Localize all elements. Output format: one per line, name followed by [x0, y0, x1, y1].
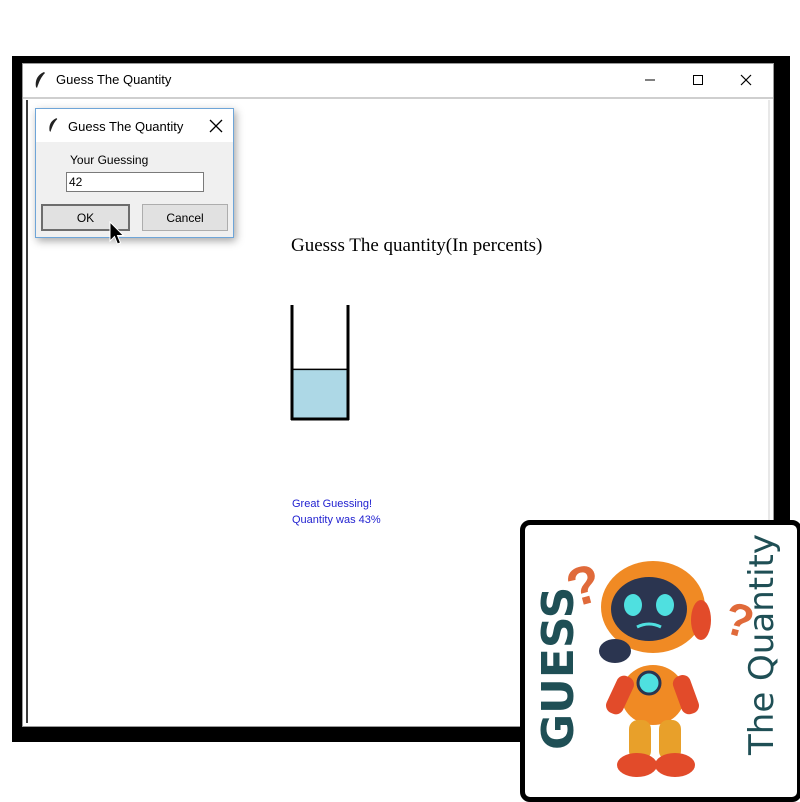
dialog-title-bar[interactable]: Guess The Quantity — [36, 109, 233, 142]
tk-feather-icon — [35, 72, 45, 88]
dialog-title: Guess The Quantity — [68, 119, 184, 134]
glass-graphic — [290, 305, 350, 421]
maximize-icon — [693, 75, 703, 85]
title-bar[interactable]: Guess The Quantity — [23, 64, 773, 99]
minimize-button[interactable] — [627, 64, 673, 96]
glass-water — [292, 369, 348, 418]
result-quantity: Quantity was 43% — [292, 514, 381, 526]
cancel-button[interactable]: Cancel — [142, 204, 228, 231]
logo-card: ? ? GUESS The Quantity — [520, 520, 800, 802]
maximize-button[interactable] — [675, 64, 721, 96]
result-message: Great Guessing! — [292, 498, 373, 510]
tk-feather-icon — [49, 118, 58, 132]
minimize-icon — [645, 79, 655, 81]
guess-input[interactable] — [66, 172, 204, 192]
page-heading: Guesss The quantity(In percents) — [291, 235, 543, 256]
logo-word-quantity: The Quantity — [742, 534, 782, 756]
robot-logo-icon: ? ? GUESS The Quantity — [533, 534, 782, 777]
guess-label: Your Guessing — [70, 153, 149, 167]
close-button[interactable] — [723, 64, 769, 96]
mouse-cursor-icon — [109, 221, 125, 245]
close-icon[interactable] — [208, 118, 224, 134]
window-title: Guess The Quantity — [56, 72, 172, 87]
guess-dialog: Guess The Quantity Your Guessing OK Canc… — [35, 108, 234, 238]
logo-word-guess: GUESS — [533, 587, 584, 750]
close-icon — [740, 74, 752, 86]
